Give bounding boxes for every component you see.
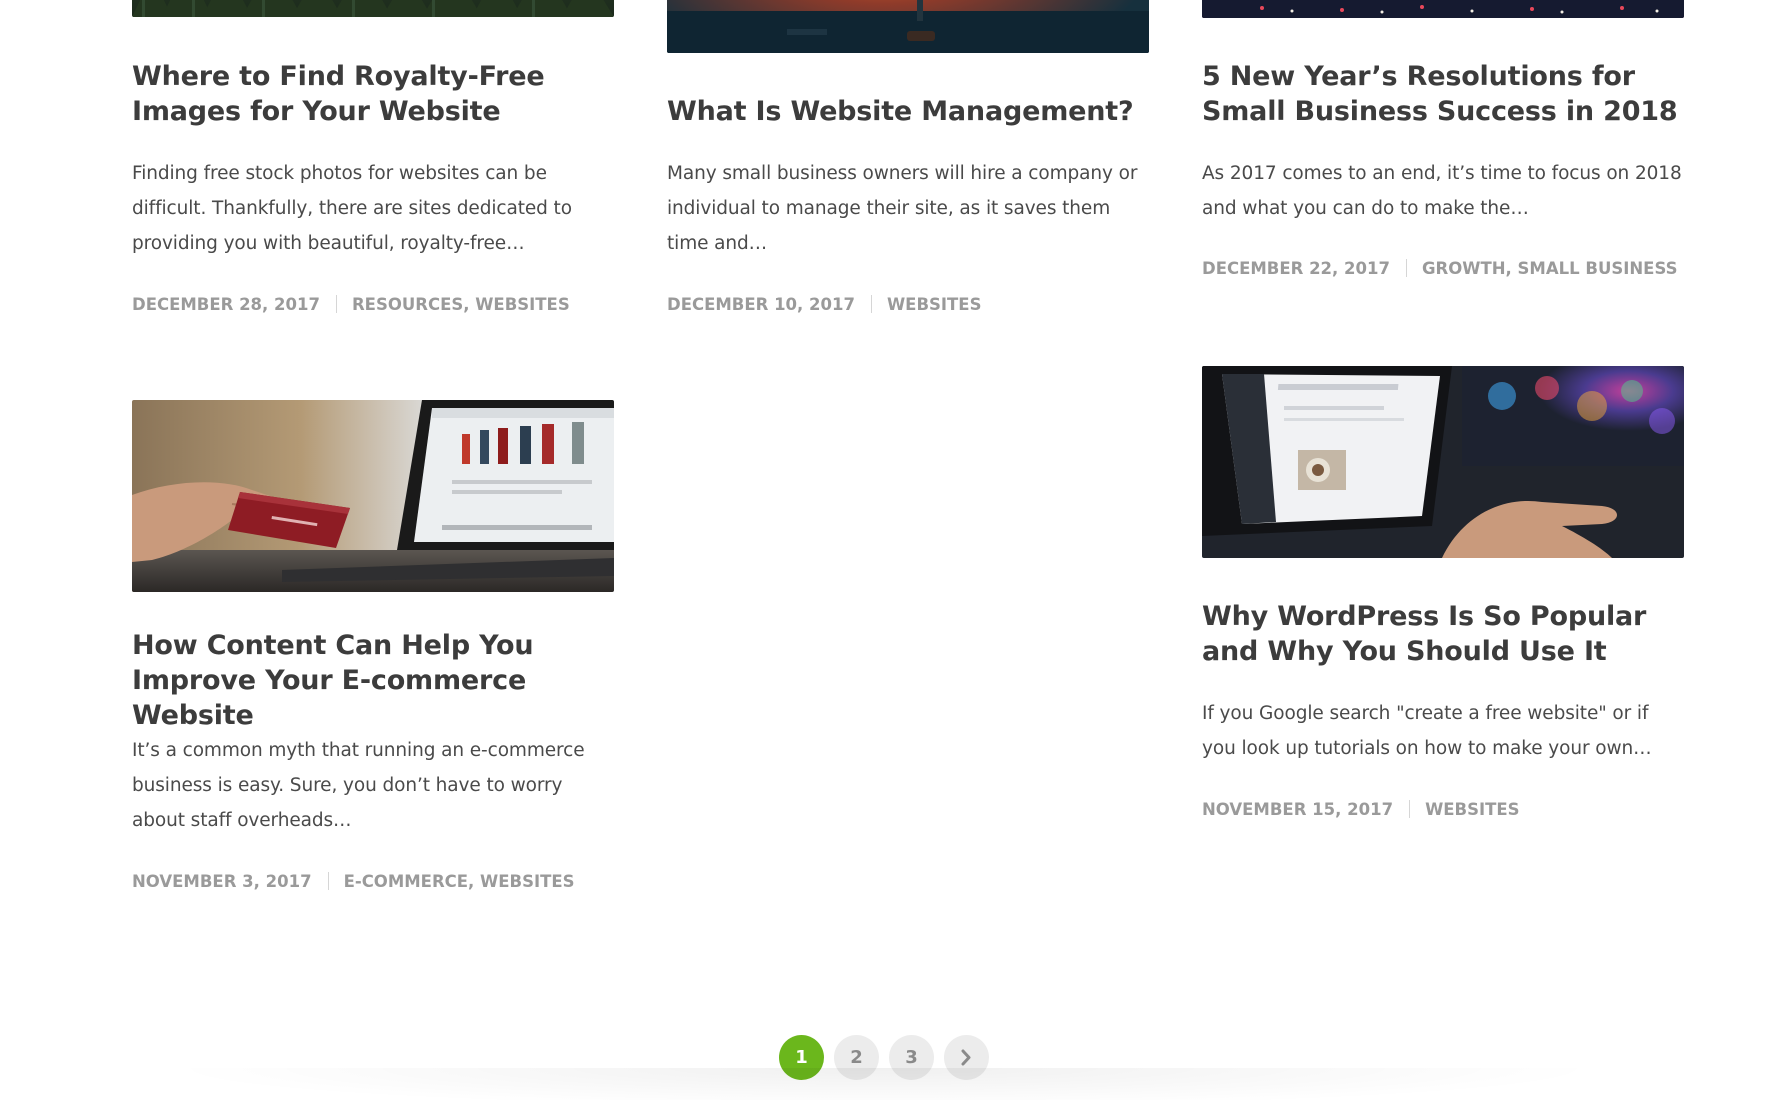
post-excerpt: If you Google search "create a free webs… (1202, 703, 1652, 759)
post-thumbnail[interactable] (1202, 0, 1684, 18)
post-date: December 28, 2017 (132, 295, 320, 314)
post-excerpt: Many small business owners will hire a c… (667, 163, 1138, 254)
pagination: 1 2 3 (0, 1035, 1768, 1081)
meta-divider (335, 295, 337, 313)
post-meta: November 15, 2017 Websites (1202, 799, 1684, 821)
post-date: November 3, 2017 (132, 872, 312, 891)
post-date: November 15, 2017 (1202, 800, 1394, 819)
post-categories[interactable]: Growth, Small Business (1422, 259, 1678, 278)
meta-divider (327, 872, 329, 890)
next-page-button[interactable] (944, 1035, 989, 1080)
post-thumbnail[interactable] (1202, 366, 1684, 558)
post-categories[interactable]: Resources, Websites (352, 295, 570, 314)
page-1-button[interactable]: 1 (779, 1035, 824, 1080)
post-excerpt: Finding free stock photos for websites c… (132, 163, 572, 254)
post-categories[interactable]: E-commerce, Websites (344, 872, 575, 891)
meta-divider (1409, 800, 1411, 818)
post-meta: December 22, 2017 Growth, Small Business (1202, 258, 1684, 280)
post-meta: December 10, 2017 Websites (667, 294, 1149, 316)
blog-archive-page: Where to Find Royalty-Free Images for Yo… (0, 0, 1768, 1100)
post-thumbnail[interactable] (667, 0, 1149, 53)
post-title[interactable]: Where to Find Royalty-Free Images for Yo… (132, 59, 614, 129)
post-title[interactable]: 5 New Year’s Resolutions for Small Busin… (1202, 59, 1684, 129)
post-title[interactable]: Why WordPress Is So Popular and Why You … (1202, 599, 1684, 669)
page-2-button[interactable]: 2 (834, 1035, 879, 1080)
page-3-button[interactable]: 3 (889, 1035, 934, 1080)
meta-divider (1405, 259, 1407, 277)
post-meta: November 3, 2017 E-commerce, Websites (132, 871, 614, 893)
meta-divider (870, 295, 872, 313)
post-title[interactable]: What Is Website Management? (667, 94, 1149, 129)
post-excerpt: As 2017 comes to an end, it’s time to fo… (1202, 163, 1682, 219)
post-categories[interactable]: Websites (887, 295, 981, 314)
post-meta: December 28, 2017 Resources, Websites (132, 294, 614, 316)
post-thumbnail[interactable] (132, 400, 614, 592)
post-date: December 22, 2017 (1202, 259, 1390, 278)
post-categories[interactable]: Websites (1425, 800, 1519, 819)
post-title[interactable]: How Content Can Help You Improve Your E-… (132, 628, 614, 733)
post-thumbnail[interactable] (132, 0, 614, 17)
post-date: December 10, 2017 (667, 295, 855, 314)
post-excerpt: It’s a common myth that running an e-com… (132, 740, 585, 831)
chevron-right-icon (961, 1049, 971, 1066)
